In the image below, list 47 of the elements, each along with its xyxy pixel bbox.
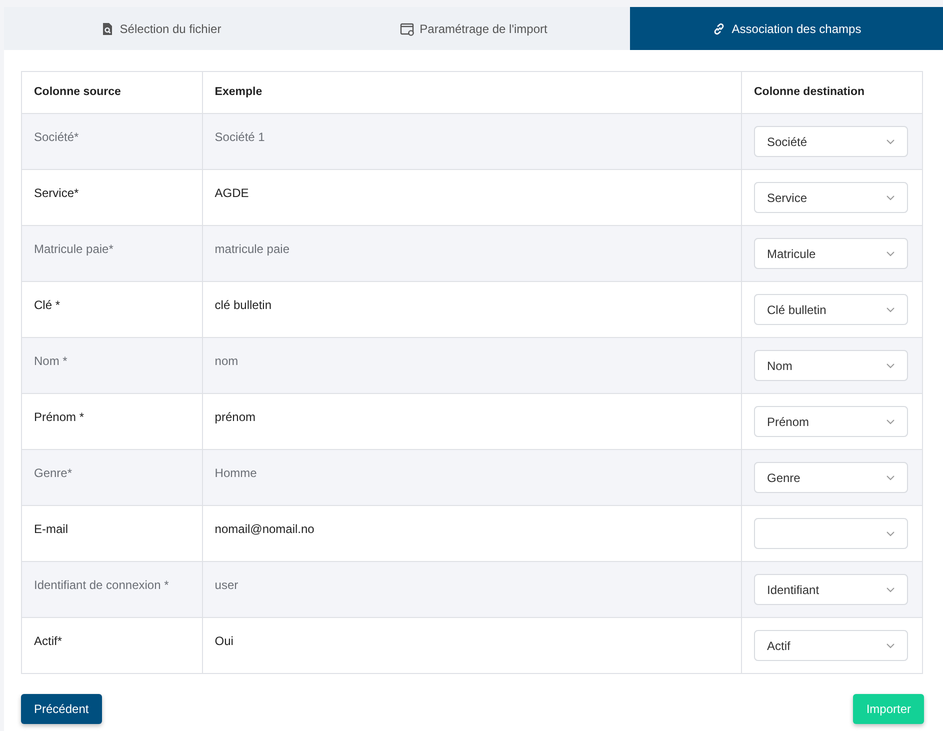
column-header: Colonne source bbox=[22, 72, 202, 114]
select-field[interactable]: Genre bbox=[754, 462, 908, 493]
table-cell: AGDE bbox=[202, 170, 742, 226]
column-header: Colonne destination bbox=[741, 72, 922, 114]
table-cell: clé bulletin bbox=[202, 282, 742, 338]
table-cell: Identifiant de connexion * bbox=[22, 562, 202, 618]
table-cell: user bbox=[202, 562, 742, 618]
chevron-down-icon bbox=[886, 138, 895, 144]
select-field[interactable]: Nom bbox=[754, 350, 908, 381]
table-cell: Société 1 bbox=[202, 114, 742, 170]
previous-button[interactable]: Précédent bbox=[21, 694, 102, 724]
table-cell: Genre* bbox=[22, 450, 202, 506]
table-cell: Prénom * bbox=[22, 394, 202, 450]
chevron-down-icon bbox=[886, 642, 895, 648]
column-header: Exemple bbox=[202, 72, 742, 114]
chevron-down-icon bbox=[886, 194, 895, 200]
table-cell: Homme bbox=[202, 450, 742, 506]
table-cell: matricule paie bbox=[202, 226, 742, 282]
tab[interactable]: Association des champs bbox=[630, 7, 943, 50]
chevron-down-icon bbox=[886, 362, 895, 368]
select-field[interactable]: Prénom bbox=[754, 406, 908, 437]
table-cell: Oui bbox=[202, 618, 742, 674]
select-field[interactable] bbox=[754, 518, 908, 549]
chevron-down-icon bbox=[886, 250, 895, 256]
table-cell: Clé * bbox=[22, 282, 202, 338]
table-cell: Matricule paie* bbox=[22, 226, 202, 282]
select-field[interactable]: Clé bulletin bbox=[754, 294, 908, 325]
table-cell: E-mail bbox=[22, 506, 202, 562]
table-cell: nomail@nomail.no bbox=[202, 506, 742, 562]
table-cell: prénom bbox=[202, 394, 742, 450]
window-gear-icon bbox=[400, 22, 414, 36]
chevron-down-icon bbox=[886, 306, 895, 312]
table-cell: Service* bbox=[22, 170, 202, 226]
chevron-down-icon bbox=[886, 418, 895, 424]
table-cell: Nom * bbox=[22, 338, 202, 394]
table-cell: nom bbox=[202, 338, 742, 394]
select-field[interactable]: Matricule bbox=[754, 238, 908, 269]
table-cell: Actif* bbox=[22, 618, 202, 674]
chevron-down-icon bbox=[886, 530, 895, 536]
table-cell: Société* bbox=[22, 114, 202, 170]
link-icon bbox=[712, 22, 726, 36]
select-field[interactable]: Service bbox=[754, 182, 908, 213]
chevron-down-icon bbox=[886, 586, 895, 592]
select-field[interactable]: Société bbox=[754, 126, 908, 157]
select-field[interactable]: Actif bbox=[754, 630, 908, 661]
chevron-down-icon bbox=[886, 474, 895, 480]
select-field[interactable]: Identifiant bbox=[754, 574, 908, 605]
